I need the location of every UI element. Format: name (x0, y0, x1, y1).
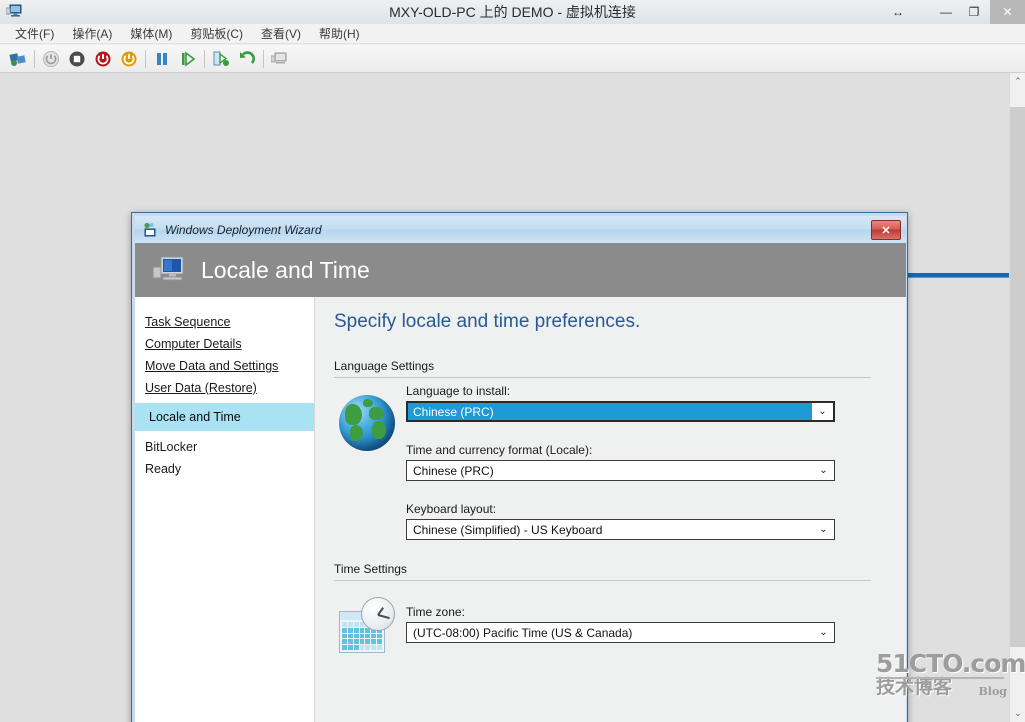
toolbar (0, 45, 1025, 73)
language-to-install-dropdown[interactable]: Chinese (PRC) ⌄ (406, 401, 835, 422)
keyboard-layout-dropdown[interactable]: Chinese (Simplified) - US Keyboard ⌄ (406, 519, 835, 540)
scroll-down-icon[interactable]: ⌄ (1010, 705, 1025, 722)
toolbar-separator (145, 49, 146, 68)
time-and-currency-format-value: Chinese (PRC) (413, 463, 494, 478)
sidebar-item-computer-details[interactable]: Computer Details (135, 333, 314, 355)
group-label-time-settings: Time Settings (334, 562, 407, 576)
page-title: Specify locale and time preferences. (334, 311, 641, 332)
menu-item-media[interactable]: 媒体(M) (121, 24, 181, 44)
menu-item-action[interactable]: 操作(A) (63, 24, 121, 44)
wizard-content-pane: Specify locale and time preferences. Lan… (316, 297, 906, 722)
group-rule-time-settings (334, 580, 871, 581)
globe-icon (339, 395, 395, 451)
time-and-currency-format-dropdown[interactable]: Chinese (PRC) ⌄ (406, 460, 835, 481)
toolbar-separator (263, 49, 264, 68)
maximize-button[interactable]: ❐ (960, 0, 988, 24)
dialog-close-button[interactable]: ✕ (871, 220, 901, 240)
scroll-up-icon[interactable]: ⌃ (1010, 73, 1025, 90)
clock-glyph (361, 597, 395, 631)
label-keyboard-layout: Keyboard layout: (406, 502, 497, 516)
resize-icon[interactable]: ↔ (884, 0, 912, 24)
menu-bar: 文件(F) 操作(A) 媒体(M) 剪贴板(C) 查看(V) 帮助(H) (0, 24, 1025, 44)
menu-item-view[interactable]: 查看(V) (252, 24, 310, 44)
toolbar-separator (204, 49, 205, 68)
wizard-step-sidebar: Task Sequence Computer Details Move Data… (135, 297, 315, 722)
dialog-title: Windows Deployment Wizard (165, 222, 322, 237)
sidebar-item-locale-and-time[interactable]: Locale and Time (135, 403, 314, 431)
power-on-icon[interactable] (116, 47, 142, 71)
turn-off-icon[interactable] (64, 47, 90, 71)
sidebar-item-bitlocker[interactable]: BitLocker (135, 436, 314, 458)
time-zone-value: (UTC-08:00) Pacific Time (US & Canada) (413, 625, 633, 640)
clock-calendar-icon (339, 597, 395, 653)
toolbar-separator (34, 49, 35, 68)
chevron-down-icon[interactable]: ⌄ (813, 520, 834, 539)
sidebar-item-ready[interactable]: Ready (135, 458, 314, 480)
sidebar-item-move-data-and-settings[interactable]: Move Data and Settings (135, 355, 314, 377)
dialog-titlebar: Windows Deployment Wizard ✕ (135, 216, 906, 243)
dialog-body: Task Sequence Computer Details Move Data… (135, 297, 906, 722)
dialog-banner: Locale and Time (135, 243, 906, 297)
chevron-down-icon[interactable]: ⌄ (812, 403, 833, 420)
keyboard-layout-value: Chinese (Simplified) - US Keyboard (413, 522, 603, 537)
menu-item-file[interactable]: 文件(F) (6, 24, 63, 44)
computer-monitor-icon (152, 255, 187, 285)
minimize-button[interactable]: — (932, 0, 960, 24)
group-label-language-settings: Language Settings (334, 359, 435, 373)
vm-window-titlebar: MXY-OLD-PC 上的 DEMO - 虚拟机连接 ↔ — ❐ ✕ (0, 0, 1025, 25)
enhanced-session-icon[interactable] (267, 47, 293, 71)
label-time-zone: Time zone: (406, 605, 465, 619)
vm-window-title: MXY-OLD-PC 上的 DEMO - 虚拟机连接 (389, 4, 636, 20)
vm-vertical-scrollbar[interactable]: ⌃ ⌄ (1009, 73, 1025, 722)
language-to-install-value: Chinese (PRC) (413, 404, 494, 419)
menu-item-help[interactable]: 帮助(H) (310, 24, 369, 44)
sidebar-item-task-sequence[interactable]: Task Sequence (135, 311, 314, 333)
close-button[interactable]: ✕ (990, 0, 1025, 24)
chevron-down-icon[interactable]: ⌄ (813, 461, 834, 480)
dialog-banner-title: Locale and Time (201, 256, 370, 283)
power-off-icon[interactable] (90, 47, 116, 71)
shutdown-icon[interactable] (38, 47, 64, 71)
group-rule-language-settings (334, 377, 871, 378)
vm-desktop-canvas[interactable]: Windows Deployment Wizard ✕ Locale and T… (0, 73, 1009, 722)
sidebar-item-user-data-restore[interactable]: User Data (Restore) (135, 377, 314, 399)
time-zone-dropdown[interactable]: (UTC-08:00) Pacific Time (US & Canada) ⌄ (406, 622, 835, 643)
pause-icon[interactable] (149, 47, 175, 71)
ctrl-alt-del-icon[interactable] (5, 47, 31, 71)
chevron-down-icon[interactable]: ⌄ (813, 623, 834, 642)
revert-icon[interactable] (234, 47, 260, 71)
checkpoint-icon[interactable] (208, 47, 234, 71)
app-root: MXY-OLD-PC 上的 DEMO - 虚拟机连接 ↔ — ❐ ✕ 文件(F)… (0, 0, 1025, 722)
menu-item-clipboard[interactable]: 剪贴板(C) (181, 24, 252, 44)
scrollbar-thumb[interactable] (1010, 107, 1025, 647)
resume-icon[interactable] (175, 47, 201, 71)
label-time-and-currency-format: Time and currency format (Locale): (406, 443, 593, 457)
background-window-divider-shadow (903, 277, 1009, 278)
deployment-wizard-icon (142, 222, 158, 238)
windows-deployment-wizard-dialog: Windows Deployment Wizard ✕ Locale and T… (131, 212, 908, 722)
label-language-to-install: Language to install: (406, 384, 511, 398)
